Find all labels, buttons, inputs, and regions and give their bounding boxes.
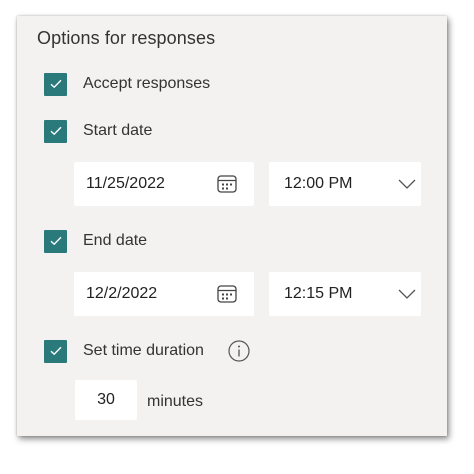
start-date-value: 11/25/2022 bbox=[86, 175, 165, 192]
end-date-field[interactable]: 12/2/2022 bbox=[74, 272, 254, 316]
chevron-down-icon[interactable] bbox=[397, 286, 417, 302]
accept-responses-checkbox[interactable] bbox=[44, 72, 67, 96]
end-date-checkbox[interactable] bbox=[44, 229, 67, 253]
checkmark-icon bbox=[50, 126, 62, 136]
time-duration-option[interactable]: Set time duration bbox=[44, 339, 250, 363]
time-duration-label: Set time duration bbox=[83, 342, 204, 359]
end-time-value: 12:15 PM bbox=[284, 285, 353, 302]
checkmark-icon bbox=[50, 236, 62, 246]
chevron-down-icon[interactable] bbox=[397, 176, 417, 192]
end-date-value: 12/2/2022 bbox=[86, 285, 158, 302]
start-date-label: Start date bbox=[83, 122, 153, 139]
duration-value: 30 bbox=[97, 391, 115, 408]
calendar-icon[interactable] bbox=[215, 282, 239, 306]
start-time-dropdown[interactable]: 12:00 PM bbox=[269, 162, 421, 206]
checkmark-icon bbox=[50, 346, 62, 356]
time-duration-checkbox[interactable] bbox=[44, 339, 67, 363]
info-icon[interactable] bbox=[228, 340, 250, 362]
section-title: Options for responses bbox=[37, 28, 216, 48]
start-date-option[interactable]: Start date bbox=[44, 119, 152, 143]
checkmark-icon bbox=[50, 79, 62, 89]
calendar-icon[interactable] bbox=[215, 172, 239, 196]
accept-responses-label: Accept responses bbox=[83, 75, 211, 92]
duration-unit-label: minutes bbox=[147, 393, 204, 410]
responses-options-panel: Options for responses Accept responses S… bbox=[17, 16, 447, 436]
end-time-dropdown[interactable]: 12:15 PM bbox=[269, 272, 421, 316]
end-date-label: End date bbox=[83, 232, 148, 249]
start-date-field[interactable]: 11/25/2022 bbox=[74, 162, 254, 206]
start-time-value: 12:00 PM bbox=[284, 175, 353, 192]
duration-minutes-input[interactable]: 30 bbox=[75, 380, 137, 420]
end-date-option[interactable]: End date bbox=[44, 229, 147, 253]
start-date-checkbox[interactable] bbox=[44, 119, 67, 143]
accept-responses-option[interactable]: Accept responses bbox=[44, 72, 210, 96]
